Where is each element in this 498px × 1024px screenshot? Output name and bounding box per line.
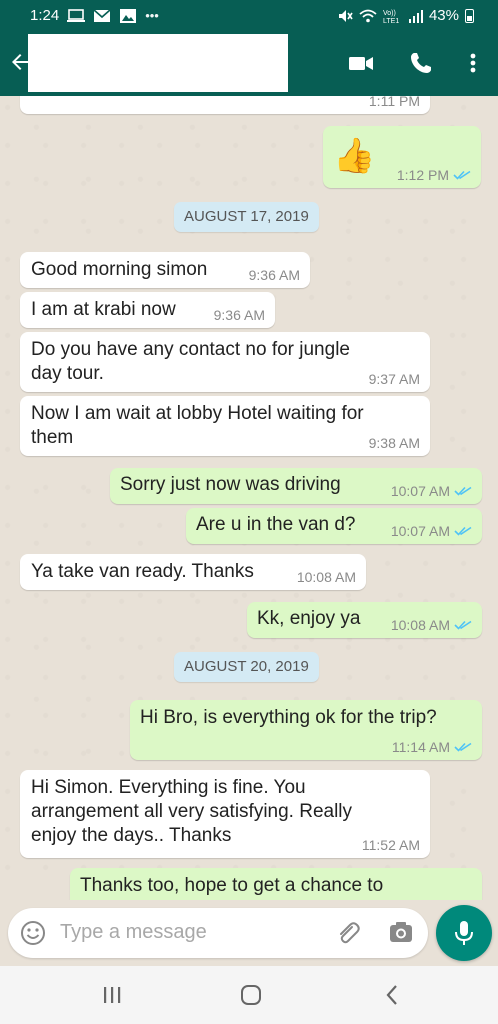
attach-icon[interactable]	[335, 920, 361, 946]
message-time: 11:14 AM	[391, 739, 450, 755]
message-time: 9:38 AM	[368, 435, 420, 451]
chat-area[interactable]: 1:11 PM 👍 1:12 PM AUGUST 17, 2019 Good m…	[0, 96, 498, 900]
voice-call-icon[interactable]	[408, 50, 434, 76]
message-text: Hi Bro, is everything ok for the trip?	[140, 707, 437, 728]
system-nav-bar	[0, 966, 498, 1024]
video-call-icon[interactable]	[348, 50, 374, 76]
date-separator: AUGUST 20, 2019	[174, 652, 319, 682]
message-time: 10:08 AM	[296, 569, 356, 585]
message-text: Are u in the van d?	[196, 514, 356, 535]
message-time: 9:36 AM	[213, 307, 265, 323]
more-vertical-icon[interactable]	[460, 50, 486, 76]
contact-info[interactable]	[28, 34, 288, 92]
message-bubble[interactable]: 1:11 PM	[20, 96, 430, 114]
message-text: Kk, enjoy ya	[257, 608, 361, 629]
message-bubble[interactable]: 👍 1:12 PM	[323, 126, 481, 188]
message-time: 9:37 AM	[368, 371, 420, 387]
message-time: 11:52 AM	[361, 837, 420, 853]
image-icon	[120, 8, 137, 23]
message-text: Sorry just now was driving	[120, 474, 341, 495]
read-receipt-icon	[454, 620, 472, 630]
status-time: 1:24	[30, 7, 60, 24]
mic-button[interactable]	[436, 905, 492, 961]
date-label: AUGUST 20, 2019	[184, 658, 309, 675]
chat-header	[0, 32, 498, 96]
svg-text:Vo)): Vo))	[383, 10, 396, 17]
message-time: 9:36 AM	[248, 267, 300, 283]
date-separator: AUGUST 17, 2019	[174, 202, 319, 232]
status-bar: 1:24 ••• Vo)) LTE1 43%	[0, 0, 498, 32]
message-time: 1:11 PM	[368, 96, 420, 109]
message-text: Do you have any contact no for jungle da…	[31, 339, 350, 384]
back-icon[interactable]	[381, 984, 405, 1006]
message-bubble[interactable]: Hi Simon. Everything is fine. You arrang…	[20, 770, 430, 858]
volte-icon: Vo))LTE1	[383, 10, 399, 24]
message-time: 1:12 PM	[396, 167, 449, 183]
message-text: Thanks too, hope to get a chance to	[80, 875, 384, 896]
message-bubble[interactable]: Now I am wait at lobby Hotel waiting for…	[20, 396, 430, 456]
message-text: Good morning simon	[31, 259, 208, 280]
camera-icon[interactable]	[388, 920, 414, 946]
message-bubble[interactable]: Good morning simon 9:36 AM	[20, 252, 310, 288]
message-text: I am at krabi now	[31, 299, 176, 320]
more-dots-icon: •••	[145, 8, 159, 23]
message-text: Hi Simon. Everything is fine. You arrang…	[31, 777, 353, 846]
svg-text:LTE1: LTE1	[383, 18, 399, 24]
mute-icon	[338, 9, 353, 22]
thumbs-up-emoji: 👍	[333, 137, 376, 175]
read-receipt-icon	[454, 526, 472, 536]
signal-icon	[408, 9, 423, 23]
message-text: Ya take van ready. Thanks	[31, 561, 254, 582]
emoji-icon[interactable]	[20, 920, 46, 946]
message-time: 10:07 AM	[390, 523, 450, 539]
battery-percent: 43%	[428, 7, 459, 24]
date-label: AUGUST 17, 2019	[184, 208, 309, 225]
mail-icon	[93, 8, 111, 22]
message-text: Now I am wait at lobby Hotel waiting for…	[31, 403, 364, 448]
read-receipt-icon	[453, 170, 471, 180]
message-time: 10:07 AM	[390, 483, 450, 499]
message-bubble[interactable]: Do you have any contact no for jungle da…	[20, 332, 430, 392]
wifi-icon	[359, 9, 377, 22]
message-bubble[interactable]: Are u in the van d? 10:07 AM	[186, 508, 482, 544]
message-bubble[interactable]: I am at krabi now 9:36 AM	[20, 292, 275, 328]
message-input[interactable]: Type a message	[8, 908, 428, 958]
mic-icon	[455, 921, 473, 945]
message-bubble[interactable]: Sorry just now was driving 10:07 AM	[110, 468, 482, 504]
compose-bar: Type a message	[0, 900, 498, 966]
message-placeholder: Type a message	[60, 921, 207, 943]
home-icon[interactable]	[239, 984, 263, 1006]
read-receipt-icon	[454, 742, 472, 752]
message-bubble[interactable]: Kk, enjoy ya 10:08 AM	[247, 602, 482, 638]
message-bubble[interactable]: Thanks too, hope to get a chance to	[70, 868, 482, 900]
read-receipt-icon	[454, 486, 472, 496]
message-time: 10:08 AM	[390, 617, 450, 633]
battery-icon	[465, 8, 474, 23]
message-bubble[interactable]: Ya take van ready. Thanks 10:08 AM	[20, 554, 366, 590]
laptop-icon	[67, 8, 86, 22]
message-bubble[interactable]: Hi Bro, is everything ok for the trip? 1…	[130, 700, 482, 760]
recent-apps-icon[interactable]	[100, 984, 124, 1006]
